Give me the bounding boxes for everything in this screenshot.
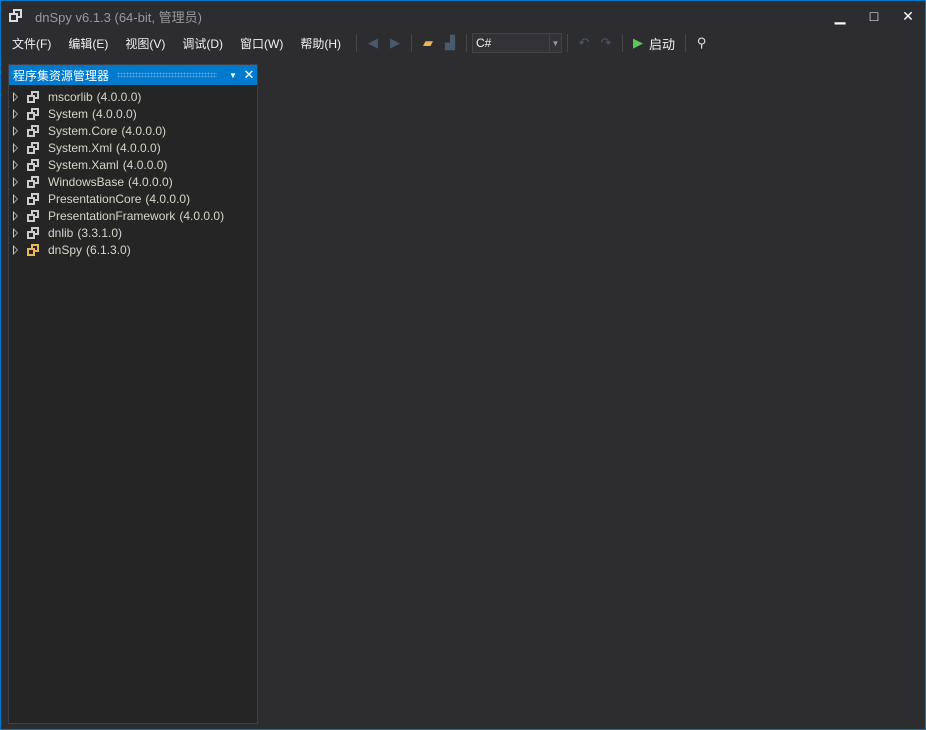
forward-arrow-icon: ▶ (390, 35, 400, 51)
separator (622, 34, 623, 52)
assembly-name: dnlib (48, 226, 73, 240)
assembly-version: (4.0.0.0) (145, 192, 190, 206)
assembly-explorer-panel: 程序集资源管理器 ▼ ✕ mscorlib (4.0.0.0) System (4.0… (8, 64, 258, 724)
menu-file[interactable]: 文件(F) (5, 35, 58, 52)
assembly-version: (4.0.0.0) (121, 124, 166, 138)
assembly-version: (4.0.0.0) (116, 141, 161, 155)
assembly-version: (6.1.3.0) (86, 243, 131, 257)
assembly-version: (4.0.0.0) (97, 90, 142, 104)
maximize-button[interactable]: □ (857, 1, 891, 31)
menu-bar: 文件(F) 编辑(E) 视图(V) 调试(D) 窗口(W) 帮助(H) ◀ ▶ … (1, 31, 925, 55)
expand-arrow-icon[interactable] (13, 109, 18, 119)
forward-button[interactable]: ▶ (385, 33, 405, 53)
tree-item-system[interactable]: System (4.0.0.0) (9, 105, 257, 122)
expand-arrow-icon[interactable] (13, 160, 18, 170)
save-icon: ▟ (445, 35, 455, 51)
minimize-button[interactable]: ▁ (823, 1, 857, 31)
tree-item-windowsbase[interactable]: WindowsBase (4.0.0.0) (9, 173, 257, 190)
assembly-name: System.Core (48, 124, 117, 138)
menu-view[interactable]: 视图(V) (118, 35, 172, 52)
redo-icon: ↷ (601, 35, 612, 51)
assembly-icon (27, 108, 40, 120)
title-bar: dnSpy v6.1.3 (64-bit, 管理员) ▁ □ ✕ (1, 1, 925, 31)
start-label: 启动 (649, 34, 675, 53)
assembly-name: dnSpy (48, 243, 82, 257)
play-icon: ▶ (633, 35, 643, 51)
separator (411, 34, 412, 52)
panel-grip[interactable] (117, 72, 217, 78)
assembly-icon (27, 193, 40, 205)
expand-arrow-icon[interactable] (13, 211, 18, 221)
menu-edit[interactable]: 编辑(E) (61, 35, 115, 52)
tree-item-dnspy[interactable]: dnSpy (6.1.3.0) (9, 241, 257, 258)
assembly-icon (27, 244, 40, 256)
panel-header: 程序集资源管理器 ▼ ✕ (9, 65, 257, 85)
assembly-version: (4.0.0.0) (123, 158, 168, 172)
panel-title: 程序集资源管理器 (13, 67, 109, 84)
search-icon: ⚲ (697, 35, 707, 51)
chevron-down-icon: ▼ (549, 34, 561, 52)
separator (466, 34, 467, 52)
redo-button[interactable]: ↷ (596, 33, 616, 53)
assembly-name: mscorlib (48, 90, 93, 104)
open-button[interactable]: ▰ (418, 33, 438, 53)
expand-arrow-icon[interactable] (13, 228, 18, 238)
tree-item-mscorlib[interactable]: mscorlib (4.0.0.0) (9, 88, 257, 105)
app-icon (9, 9, 23, 23)
panel-close-icon[interactable]: ✕ (241, 67, 257, 83)
assembly-name: WindowsBase (48, 175, 124, 189)
save-all-button[interactable]: ▟ (440, 33, 460, 53)
undo-icon: ↶ (579, 35, 590, 51)
assembly-icon (27, 227, 40, 239)
menu-debug[interactable]: 调试(D) (175, 35, 230, 52)
menu-help[interactable]: 帮助(H) (293, 35, 348, 52)
panel-dropdown-icon[interactable]: ▼ (225, 71, 241, 80)
assembly-icon (27, 142, 40, 154)
tree-item-system-xaml[interactable]: System.Xaml (4.0.0.0) (9, 156, 257, 173)
assembly-version: (4.0.0.0) (92, 107, 137, 121)
assembly-version: (4.0.0.0) (128, 175, 173, 189)
separator (356, 34, 357, 52)
assembly-icon (27, 210, 40, 222)
language-select[interactable]: C# ▼ (472, 33, 562, 53)
expand-arrow-icon[interactable] (13, 126, 18, 136)
assembly-name: System (48, 107, 88, 121)
assembly-name: PresentationCore (48, 192, 141, 206)
menu-window[interactable]: 窗口(W) (233, 35, 290, 52)
assembly-icon (27, 91, 40, 103)
expand-arrow-icon[interactable] (13, 177, 18, 187)
back-button[interactable]: ◀ (363, 33, 383, 53)
tree-item-system-xml[interactable]: System.Xml (4.0.0.0) (9, 139, 257, 156)
start-button[interactable]: ▶ 启动 (629, 33, 679, 53)
tree-item-presentationcore[interactable]: PresentationCore (4.0.0.0) (9, 190, 257, 207)
open-folder-icon: ▰ (423, 35, 433, 51)
undo-button[interactable]: ↶ (574, 33, 594, 53)
assembly-icon (27, 125, 40, 137)
language-value: C# (476, 36, 491, 50)
assembly-tree: mscorlib(4.0.0.0)System(4.0.0.0)System.C… (9, 85, 257, 258)
separator (685, 34, 686, 52)
assembly-name: PresentationFramework (48, 209, 175, 223)
assembly-name: System.Xml (48, 141, 112, 155)
assembly-version: (3.3.1.0) (77, 226, 122, 240)
assembly-name: System.Xaml (48, 158, 119, 172)
back-arrow-icon: ◀ (368, 35, 378, 51)
separator (567, 34, 568, 52)
tree-item-dnlib[interactable]: dnlib (3.3.1.0) (9, 224, 257, 241)
tree-item-presentationframework[interactable]: PresentationFramework (4.0.0.0) (9, 207, 257, 224)
assembly-icon (27, 176, 40, 188)
assembly-icon (27, 159, 40, 171)
tree-item-system-core[interactable]: System.Core (4.0.0.0) (9, 122, 257, 139)
window-title: dnSpy v6.1.3 (64-bit, 管理员) (35, 7, 202, 26)
expand-arrow-icon[interactable] (13, 194, 18, 204)
search-button[interactable]: ⚲ (692, 33, 712, 53)
close-button[interactable]: ✕ (891, 1, 925, 31)
expand-arrow-icon[interactable] (13, 92, 18, 102)
expand-arrow-icon[interactable] (13, 143, 18, 153)
assembly-version: (4.0.0.0) (179, 209, 224, 223)
expand-arrow-icon[interactable] (13, 245, 18, 255)
